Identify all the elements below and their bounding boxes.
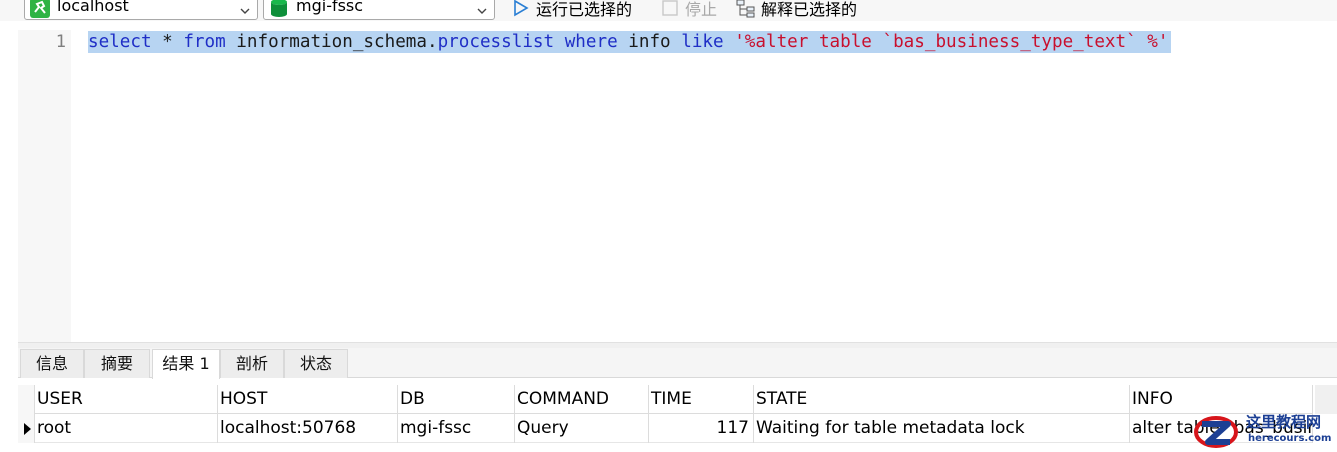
explain-selected-label: 解释已选择的: [761, 0, 858, 19]
code-token: *: [151, 32, 184, 52]
tab-info[interactable]: 信息: [20, 349, 84, 378]
connection-value: localhost: [57, 0, 129, 15]
column-header-db[interactable]: DB: [398, 385, 515, 414]
watermark-logo-icon: [1190, 410, 1240, 452]
play-icon: [511, 0, 531, 18]
tab-status[interactable]: 状态: [284, 349, 348, 378]
sql-code-line[interactable]: select * from information_schema.process…: [88, 31, 1171, 53]
explain-selected-button[interactable]: 解释已选择的: [736, 0, 857, 20]
keyword-like: like: [681, 32, 724, 52]
cell-host[interactable]: localhost:50768: [218, 414, 398, 443]
cell-db[interactable]: mgi-fssc: [398, 414, 515, 443]
cell-command[interactable]: Query: [515, 414, 649, 443]
tab-summary[interactable]: 摘要: [84, 349, 150, 378]
keyword-from: from: [183, 32, 226, 52]
stop-icon: [660, 0, 680, 18]
explain-tree-icon: [736, 0, 756, 18]
column-header-host[interactable]: HOST: [218, 385, 398, 414]
column-name: info: [617, 32, 682, 52]
string-literal: '%alter table `bas_business_type_text` %…: [734, 32, 1169, 52]
chevron-down-icon: [477, 1, 487, 14]
database-value: mgi-fssc: [296, 0, 364, 15]
result-tab-bar: 信息 摘要 结果 1 剖析 状态: [18, 348, 1337, 379]
keyword-select: select: [88, 32, 152, 52]
run-selected-label: 运行已选择的: [536, 0, 633, 19]
current-row-icon: [24, 423, 31, 435]
connection-select[interactable]: localhost: [24, 0, 258, 20]
line-gutter: 1: [18, 30, 71, 342]
cell-state[interactable]: Waiting for table metadata lock: [754, 414, 1130, 443]
tab-profile[interactable]: 剖析: [220, 349, 284, 378]
column-header-command[interactable]: COMMAND: [515, 385, 649, 414]
header-corner: [18, 385, 35, 414]
database-icon: [269, 0, 289, 18]
column-header-state[interactable]: STATE: [754, 385, 1130, 414]
grid-header-row: USER HOST DB COMMAND TIME STATE INFO: [18, 385, 1313, 414]
stop-button[interactable]: 停止: [660, 0, 717, 20]
tab-result-1[interactable]: 结果 1: [152, 349, 220, 379]
run-selected-button[interactable]: 运行已选择的: [511, 0, 632, 20]
watermark-title: 这里教程网: [1246, 413, 1322, 431]
table-name: processlist: [437, 32, 555, 52]
watermark-url: herecours.com: [1248, 433, 1332, 444]
table-row[interactable]: root localhost:50768 mgi-fssc Query 117 …: [18, 414, 1313, 443]
line-number: 1: [55, 32, 66, 52]
row-selector[interactable]: [18, 414, 35, 443]
result-grid: USER HOST DB COMMAND TIME STATE INFO roo…: [18, 385, 1337, 452]
cell-time[interactable]: 117: [649, 414, 754, 443]
schema-name: information_schema.: [225, 32, 438, 52]
query-toolbar: localhost mgi-fssc 运行已选择的 停止 解释已选择的: [0, 0, 1337, 21]
keyword-where: where: [564, 32, 618, 52]
column-header-user[interactable]: USER: [35, 385, 218, 414]
database-select[interactable]: mgi-fssc: [263, 0, 495, 20]
chevron-down-icon: [240, 1, 250, 14]
connection-icon: [30, 0, 50, 18]
column-header-time[interactable]: TIME: [649, 385, 754, 414]
stop-label: 停止: [685, 0, 718, 19]
cell-user[interactable]: root: [35, 414, 218, 443]
sql-editor[interactable]: 1 select * from information_schema.proce…: [18, 30, 1337, 342]
site-watermark: 这里教程网 herecours.com: [1188, 408, 1337, 452]
